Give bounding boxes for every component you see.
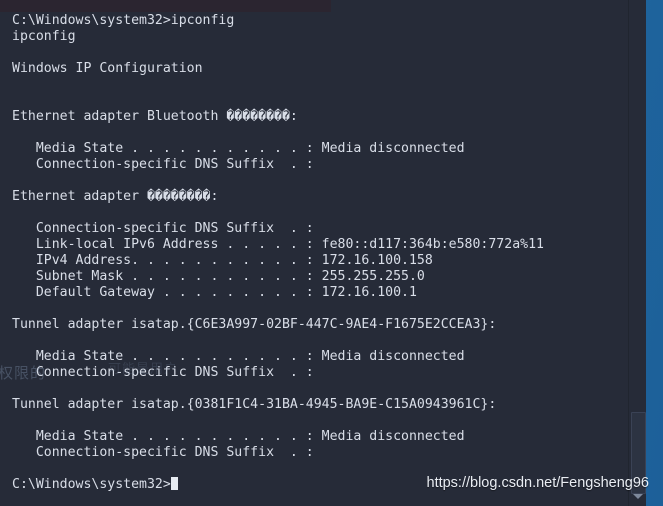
console-line: Ethernet adapter Bluetooth ��������: (12, 109, 298, 124)
console-line: Default Gateway . . . . . . . . . : 172.… (12, 285, 417, 300)
console-line: Media State . . . . . . . . . . . : Medi… (12, 429, 465, 444)
console-line: Connection-specific DNS Suffix . : (12, 221, 314, 236)
console-line: Connection-specific DNS Suffix . : (12, 445, 314, 460)
console-line: Media State . . . . . . . . . . . : Medi… (12, 349, 465, 364)
console-line: Media State . . . . . . . . . . . : Medi… (12, 141, 465, 156)
console-line: Link-local IPv6 Address . . . . . : fe80… (12, 237, 544, 252)
command-prompt-window[interactable]: C:\Windows\system32>ipconfig ipconfig Wind… (0, 0, 646, 506)
console-line: ipconfig (12, 29, 76, 44)
console-line: C:\Windows\system32>ipconfig (12, 13, 235, 28)
url-watermark: https://blog.csdn.net/Fengsheng96 (426, 475, 650, 491)
console-line: Tunnel adapter isatap.{C6E3A997-02BF-447… (12, 317, 497, 332)
console-line: Connection-specific DNS Suffix . : (12, 365, 314, 380)
text-cursor (170, 477, 179, 490)
console-output-area[interactable]: C:\Windows\system32>ipconfig ipconfig Wind… (12, 13, 632, 493)
window-top-strip (0, 0, 331, 12)
console-line: Windows IP Configuration (12, 61, 203, 76)
scroll-down-arrow-icon[interactable] (633, 494, 643, 499)
console-line: Tunnel adapter isatap.{0381F1C4-31BA-494… (12, 397, 497, 412)
prompt-text: C:\Windows\system32> (12, 477, 171, 492)
console-line: Ethernet adapter ��������: (12, 189, 219, 204)
console-line: IPv4 Address. . . . . . . . . . . : 172.… (12, 253, 433, 268)
console-scrollbar[interactable] (628, 0, 646, 506)
console-line: Connection-specific DNS Suffix . : (12, 157, 314, 172)
console-line: Subnet Mask . . . . . . . . . . . : 255.… (12, 269, 425, 284)
